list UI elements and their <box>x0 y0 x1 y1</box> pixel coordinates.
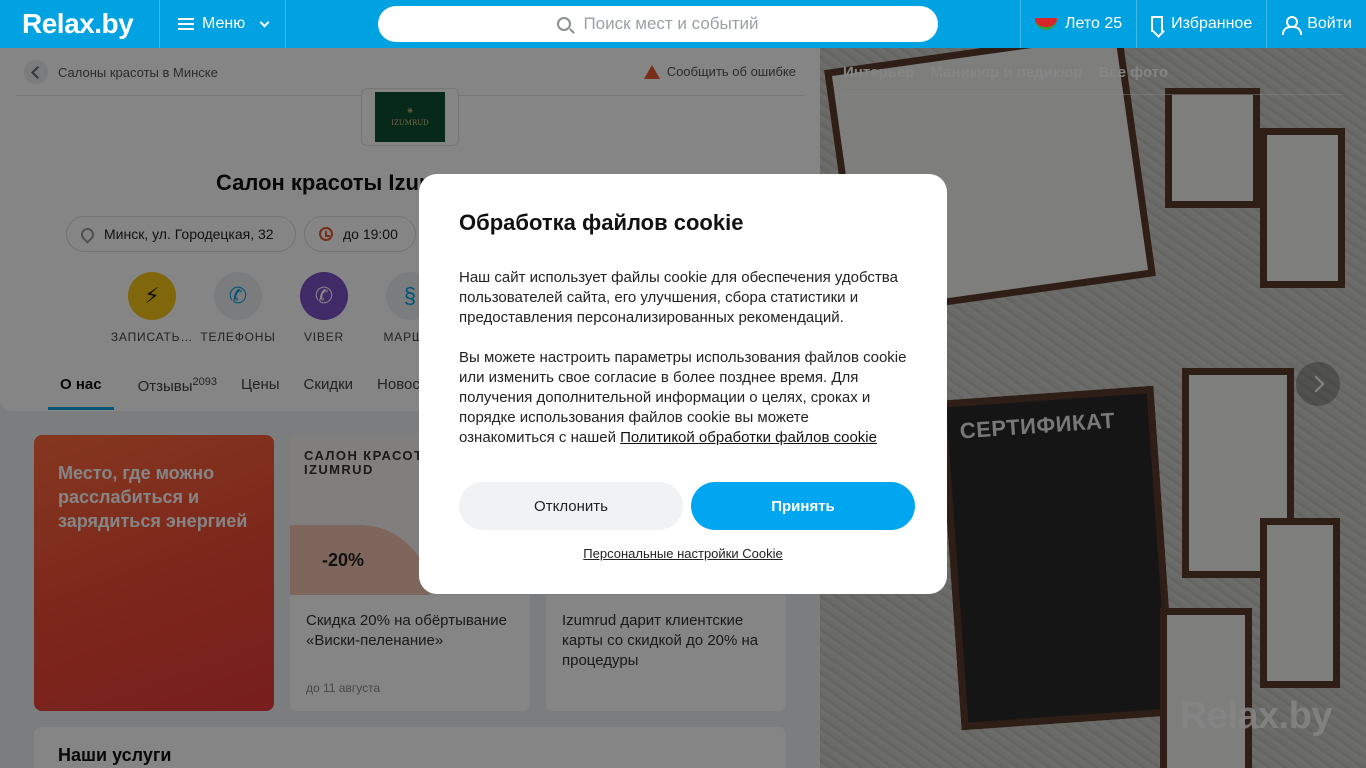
cookie-buttons: Отклонить Принять <box>459 482 915 530</box>
cookie-paragraph-2: Вы можете настроить параметры использова… <box>459 348 907 448</box>
summer-label: Лето 25 <box>1064 15 1123 32</box>
user-icon <box>1281 15 1303 35</box>
cookie-settings-link[interactable]: Персональные настройки Cookie <box>419 546 947 561</box>
cookie-paragraph-1: Наш сайт использует файлы cookie для обе… <box>459 269 898 326</box>
menu-label: Меню <box>202 15 246 32</box>
site-logo[interactable]: Relax.by <box>0 0 160 48</box>
watermelon-icon <box>1034 18 1057 30</box>
favorites-label: Избранное <box>1171 15 1253 32</box>
cookie-modal: Обработка файлов cookie Наш сайт использ… <box>419 174 947 594</box>
login-button[interactable]: Войти <box>1266 0 1366 48</box>
search-placeholder: Поиск мест и событий <box>583 14 759 33</box>
chevron-down-icon <box>259 17 270 27</box>
header-actions: Лето 25 Избранное Войти <box>1019 0 1366 48</box>
top-header: Relax.by Меню Поиск мест и событий Лето … <box>0 0 1366 48</box>
burger-icon <box>178 18 194 30</box>
accept-button[interactable]: Принять <box>691 482 915 530</box>
summer-button[interactable]: Лето 25 <box>1019 0 1136 48</box>
decline-button[interactable]: Отклонить <box>459 482 683 530</box>
cookie-modal-title: Обработка файлов cookie <box>459 210 744 235</box>
search-input[interactable]: Поиск мест и событий <box>378 6 938 42</box>
login-label: Войти <box>1307 15 1352 32</box>
favorites-button[interactable]: Избранное <box>1136 0 1266 48</box>
cookie-policy-link[interactable]: Политикой обработки файлов cookie <box>620 429 877 446</box>
bookmark-icon <box>1151 16 1164 32</box>
search-icon <box>557 17 572 31</box>
menu-button[interactable]: Меню <box>160 0 286 48</box>
